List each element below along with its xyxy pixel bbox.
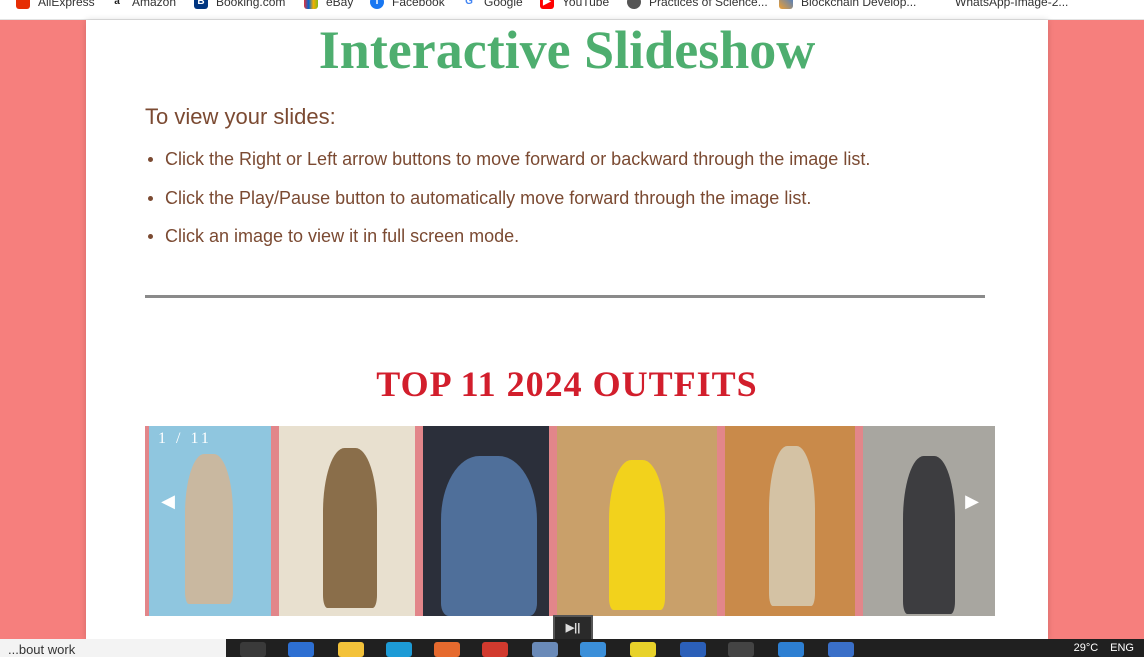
next-arrow-button[interactable]: ▶	[961, 488, 983, 514]
bookmark-booking[interactable]: B Booking.com	[194, 0, 285, 11]
slide-image	[609, 460, 665, 610]
bookmark-label: Booking.com	[216, 0, 286, 9]
bookmark-practices[interactable]: Practices of Science...	[627, 0, 768, 11]
booking-icon: B	[194, 0, 208, 9]
app-icon[interactable]	[532, 642, 558, 657]
system-tray: 29°C ENG	[1074, 642, 1134, 654]
bookmark-facebook[interactable]: f Facebook	[370, 0, 445, 11]
slide-image	[323, 448, 377, 608]
slide-image	[441, 456, 537, 616]
bookmark-label: YouTube	[562, 0, 610, 9]
bookmark-blockchain[interactable]: Blockchain Develop...	[779, 0, 916, 11]
chrome-icon[interactable]	[482, 642, 508, 657]
prev-arrow-button[interactable]: ◀	[157, 488, 179, 514]
howto-heading: To view your slides:	[145, 104, 336, 129]
slide-2[interactable]	[275, 426, 419, 616]
bookmark-ebay[interactable]: eBay	[304, 0, 353, 11]
section-title: TOP 11 2024 OUTFITS	[376, 364, 758, 404]
blockchain-icon	[779, 0, 793, 9]
slide-4[interactable]	[553, 426, 721, 616]
facebook-icon: f	[370, 0, 384, 9]
bookmark-aliexpress[interactable]: AliExpress	[16, 0, 95, 11]
play-pause-button[interactable]: ▶||	[553, 615, 593, 641]
slide-5[interactable]	[721, 426, 859, 616]
instruction-arrows: Click the Right or Left arrow buttons to…	[145, 148, 1025, 187]
slide-3[interactable]	[419, 426, 553, 616]
bookmark-label: Facebook	[392, 0, 445, 9]
bookmark-google[interactable]: G Google	[462, 0, 523, 11]
instructions-list: Click the Right or Left arrow buttons to…	[145, 148, 1025, 264]
instruction-play-pause: Click the Play/Pause button to automatic…	[145, 187, 1025, 226]
globe-icon	[627, 0, 641, 9]
taskbar: ...bout work 29°C ENG	[0, 639, 1144, 657]
slide-image	[185, 454, 233, 604]
slide-1[interactable]	[145, 426, 275, 616]
bookmark-amazon[interactable]: a Amazon	[110, 0, 176, 11]
bookmark-label: WhatsApp-Image-2...	[955, 0, 1069, 9]
amazon-icon: a	[110, 0, 124, 9]
bookmark-label: Google	[484, 0, 523, 9]
store-icon[interactable]	[580, 642, 606, 657]
temperature[interactable]: 29°C	[1074, 642, 1099, 654]
app-icon[interactable]	[630, 642, 656, 657]
slide-counter: 1 / 11	[158, 430, 212, 447]
slide-image	[903, 456, 955, 614]
slide-image	[769, 446, 815, 606]
taskbar-search-input[interactable]: ...bout work	[0, 639, 226, 657]
bookmark-label: Blockchain Develop...	[801, 0, 917, 9]
bookmark-label: AliExpress	[38, 0, 95, 9]
bookmarks-bar: AliExpress a Amazon B Booking.com eBay f…	[0, 0, 1144, 20]
terminal-icon[interactable]	[728, 642, 754, 657]
page-title: Interactive Slideshow	[318, 20, 816, 80]
content-page: Interactive Slideshow To view your slide…	[86, 20, 1048, 641]
instruction-fullscreen: Click an image to view it in full screen…	[145, 225, 1025, 264]
slide-6[interactable]	[859, 426, 995, 616]
task-view-icon[interactable]	[240, 642, 266, 657]
google-icon: G	[462, 0, 476, 9]
aliexpress-icon	[16, 0, 30, 9]
divider	[145, 295, 985, 298]
bookmark-whatsapp-image[interactable]: WhatsApp-Image-2...	[955, 0, 1068, 11]
ebay-icon	[304, 0, 318, 9]
app-icon[interactable]	[828, 642, 854, 657]
language-indicator[interactable]: ENG	[1110, 642, 1134, 654]
bookmark-youtube[interactable]: ▶ YouTube	[540, 0, 609, 11]
word-icon[interactable]	[680, 642, 706, 657]
firefox-icon[interactable]	[434, 642, 460, 657]
mail-icon[interactable]	[288, 642, 314, 657]
edge-icon[interactable]	[386, 642, 412, 657]
bookmark-label: eBay	[326, 0, 354, 9]
file-explorer-icon[interactable]	[338, 642, 364, 657]
bookmark-label: Practices of Science...	[649, 0, 768, 9]
youtube-icon: ▶	[540, 0, 554, 9]
bookmark-label: Amazon	[132, 0, 177, 9]
slideshow-strip: 1 / 11 ◀ ▶	[145, 426, 995, 616]
vscode-icon[interactable]	[778, 642, 804, 657]
